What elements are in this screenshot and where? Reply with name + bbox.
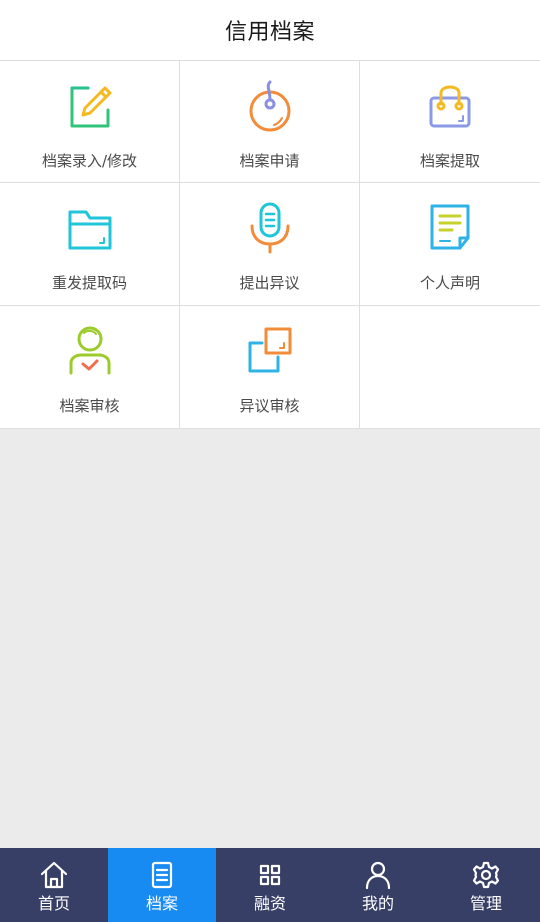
grid-item-file-entry-edit[interactable]: 档案录入/修改	[0, 61, 180, 183]
tab-files[interactable]: 档案	[108, 848, 216, 922]
tab-label: 档案	[145, 894, 178, 913]
grid-item-objection-review[interactable]: 异议审核	[180, 306, 360, 429]
user-icon	[363, 860, 393, 890]
grid-item-file-review[interactable]: 档案审核	[0, 306, 180, 429]
grid-item-label: 档案提取	[419, 152, 480, 170]
grid-item-label: 档案审核	[59, 397, 120, 415]
tab-label: 融资	[253, 894, 286, 913]
mouse-icon	[242, 78, 298, 134]
grid-item-raise-objection[interactable]: 提出异议	[180, 183, 360, 306]
file-list-icon	[147, 860, 177, 890]
bag-icon	[422, 78, 478, 134]
copy-icon	[242, 323, 298, 379]
folder-icon	[62, 200, 118, 256]
grid-icon	[255, 860, 285, 890]
tab-financing[interactable]: 融资	[216, 848, 324, 922]
grid-item-personal-statement[interactable]: 个人声明	[360, 183, 540, 306]
document-icon	[422, 200, 478, 256]
tab-mine[interactable]: 我的	[324, 848, 432, 922]
tab-label: 管理	[469, 894, 502, 913]
grid-item-label: 重发提取码	[51, 274, 127, 292]
grid-item-label: 个人声明	[419, 274, 480, 292]
grid-item-label: 档案录入/修改	[41, 152, 138, 170]
grid-item-resend-code[interactable]: 重发提取码	[0, 183, 180, 306]
page-title: 信用档案	[224, 20, 315, 45]
tab-home[interactable]: 首页	[0, 848, 108, 922]
edit-icon	[62, 78, 118, 134]
tab-label: 我的	[361, 894, 394, 913]
feature-grid: 档案录入/修改 档案申请 档案提取 重发提取码 提出异议 个人声明 档案审核 异…	[0, 61, 540, 429]
grid-item-file-extract[interactable]: 档案提取	[360, 61, 540, 183]
top-bar: 信用档案	[0, 0, 540, 61]
grid-item-label: 异议审核	[239, 397, 300, 415]
grid-item-label: 提出异议	[239, 274, 300, 292]
gear-icon	[471, 860, 501, 890]
microphone-icon	[242, 200, 298, 256]
home-icon	[39, 860, 69, 890]
tab-label: 首页	[37, 894, 70, 913]
grid-item-file-application[interactable]: 档案申请	[180, 61, 360, 183]
grid-empty-cell	[360, 306, 540, 429]
grid-item-label: 档案申请	[239, 152, 300, 170]
user-check-icon	[62, 323, 118, 379]
bottom-tab-bar: 首页 档案 融资 我的 管理	[0, 848, 540, 922]
tab-manage[interactable]: 管理	[432, 848, 540, 922]
